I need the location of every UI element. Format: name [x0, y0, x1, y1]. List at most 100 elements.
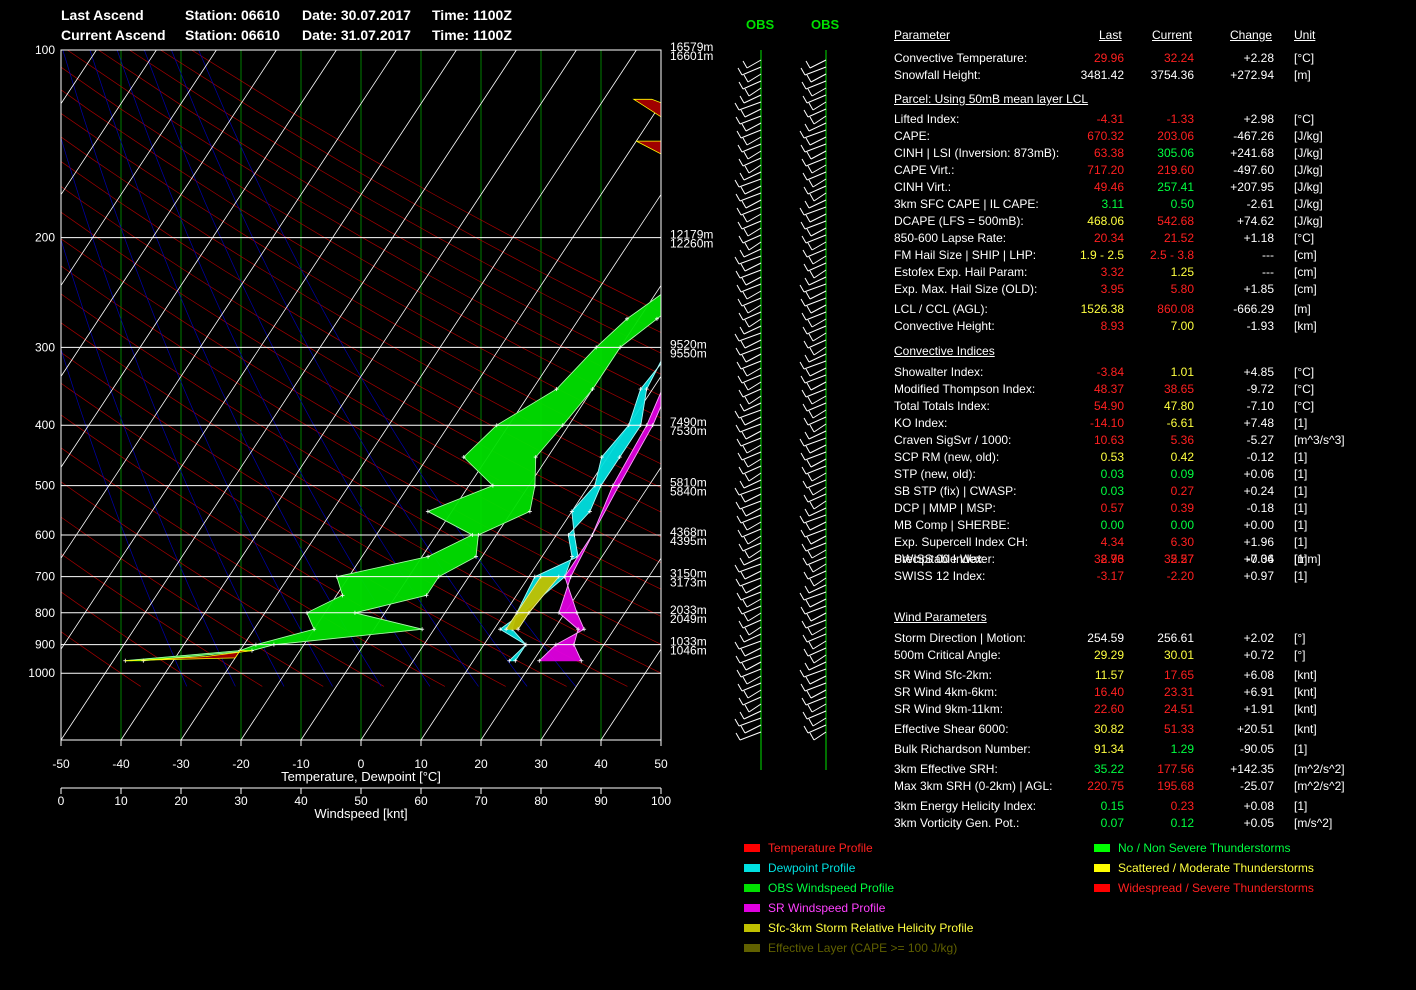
param-label: SR Wind 9km-11km:	[894, 702, 1004, 716]
table-row: 850-600 Lapse Rate: 20.34 21.52 +1.18 [°C]	[0, 230, 1416, 246]
current-value: 23.31	[1163, 685, 1194, 699]
last-value: 4.34	[1100, 535, 1124, 549]
change-value: +0.72	[1243, 648, 1274, 662]
table-row: Precipitable Water: 38.76 35.27 +7.04 [mm]	[0, 551, 1416, 567]
pressure-tick-label: 300	[35, 340, 55, 354]
unit-label: [m^3/s^3]	[1294, 433, 1345, 447]
table-row: 3km SFC CAPE | IL CAPE: 3.11 0.50 -2.61 [J/k…	[0, 196, 1416, 212]
change-value: +241.68	[1230, 146, 1274, 160]
unit-label: [J/kg]	[1294, 197, 1323, 211]
table-row: Storm Direction | Motion: 254.59 256.61 +2.…	[0, 630, 1416, 646]
col-header-change: Change	[1230, 28, 1273, 42]
unit-label: [knt]	[1294, 702, 1317, 716]
param-label: SCP RM (new, old):	[894, 450, 1000, 464]
unit-label: [m/s^2]	[1294, 816, 1333, 830]
change-value: +0.08	[1243, 799, 1274, 813]
wind-barb	[799, 591, 827, 601]
param-label: Snowfall Height:	[894, 68, 981, 82]
height-label-lower: 9550m	[670, 346, 707, 360]
table-row: Craven SigSvr / 1000: 10.63 5.36 -5.27 [m^3/…	[0, 432, 1416, 448]
param-label: Exp. Max. Hail Size (OLD):	[894, 282, 1038, 296]
convective-section-title: Convective Indices	[894, 344, 995, 358]
wind-barb	[741, 353, 762, 363]
unit-label: [J/kg]	[1294, 163, 1323, 177]
param-label: Showalter Index:	[894, 365, 984, 379]
change-value: +0.97	[1243, 569, 1274, 583]
table-row: Effective Shear 6000: 30.82 51.33 +20.51 [kn…	[0, 721, 1416, 737]
param-label: Estofex Exp. Hail Param:	[894, 265, 1028, 279]
unit-label: [1]	[1294, 799, 1308, 813]
last-value: -3.17	[1096, 569, 1124, 583]
last-value: 63.38	[1093, 146, 1124, 160]
current-value: 1.25	[1170, 265, 1194, 279]
current-value: 195.68	[1157, 779, 1194, 793]
col-header-current: Current	[1152, 28, 1193, 42]
unit-label: [1]	[1294, 518, 1308, 532]
change-value: +207.95	[1230, 180, 1274, 194]
legend-label: Widespread / Severe Thunderstorms	[1118, 881, 1314, 895]
param-label: 3km Energy Helicity Index:	[894, 799, 1037, 813]
last-value: 54.90	[1093, 399, 1124, 413]
table-row: Convective Temperature: 29.96 32.24 +2.28 [°…	[0, 50, 1416, 66]
table-row: 3km Vorticity Gen. Pot.: 0.07 0.12 +0.05 [m/…	[0, 815, 1416, 831]
table-row: Snowfall Height: 3481.42 3754.36 +272.94 [m]	[0, 67, 1416, 83]
col-header-unit: Unit	[1294, 28, 1316, 42]
param-label: Lifted Index:	[894, 112, 960, 126]
table-row: Showalter Index: -3.84 1.01 +4.85 [°C]	[0, 364, 1416, 380]
col-header-parameter: Parameter	[894, 28, 951, 42]
table-row: Lifted Index: -4.31 -1.33 +2.98 [°C]	[0, 111, 1416, 127]
table-row: 3km Energy Helicity Index: 0.15 0.23 +0.08 […	[0, 798, 1416, 814]
current-value: 17.65	[1163, 668, 1194, 682]
last-value: 3.95	[1100, 282, 1124, 296]
last-value: 717.20	[1087, 163, 1124, 177]
current-value: 1.29	[1170, 742, 1194, 756]
change-value: -666.29	[1233, 302, 1274, 316]
unit-label: [knt]	[1294, 685, 1317, 699]
last-value: 22.60	[1093, 702, 1124, 716]
last-value: 220.75	[1087, 779, 1124, 793]
change-value: -1.93	[1246, 319, 1274, 333]
table-row: KO Index: -14.10 -6.61 +7.48 [1]	[0, 415, 1416, 431]
last-value: 3.32	[1100, 265, 1124, 279]
last-value: 49.46	[1093, 180, 1124, 194]
current-value: 0.39	[1170, 501, 1194, 515]
current-value: 0.27	[1170, 484, 1194, 498]
table-row: SR Wind Sfc-2km: 11.57 17.65 +6.08 [knt]	[0, 667, 1416, 683]
wind-barb	[743, 612, 762, 622]
unit-label: [°C]	[1294, 365, 1315, 379]
last-value: 35.22	[1093, 762, 1124, 776]
param-label: Max 3km SRH (0-2km) | AGL:	[894, 779, 1053, 793]
table-row: CAPE Virt.: 717.20 219.60 -497.60 [J/kg]	[0, 162, 1416, 178]
legend-label: No / Non Severe Thunderstorms	[1118, 841, 1291, 855]
wind-barb	[805, 598, 827, 608]
unit-label: [1]	[1294, 484, 1308, 498]
change-value: -25.07	[1239, 779, 1274, 793]
unit-label: [km]	[1294, 319, 1317, 333]
last-value: 0.03	[1100, 467, 1124, 481]
current-value: 0.00	[1170, 518, 1194, 532]
unit-label: [m]	[1294, 68, 1311, 82]
change-value: +7.04	[1243, 552, 1274, 566]
last-value: 29.29	[1093, 648, 1124, 662]
last-value: 0.07	[1100, 816, 1124, 830]
last-value: 468.06	[1087, 214, 1124, 228]
param-label: SB STP (fix) | CWASP:	[894, 484, 1017, 498]
wind-barb	[808, 332, 827, 342]
wind-barb	[801, 619, 827, 629]
change-value: +74.62	[1236, 214, 1274, 228]
last-value: 0.00	[1100, 518, 1124, 532]
param-label: KO Index:	[894, 416, 948, 430]
wind-barb	[734, 101, 762, 111]
current-value: 0.09	[1170, 467, 1194, 481]
unit-label: [°C]	[1294, 382, 1315, 396]
wind-barb	[809, 346, 827, 356]
current-value: 203.06	[1157, 129, 1194, 143]
current-value: 2.5 - 3.8	[1149, 248, 1194, 262]
parcel-section-title: Parcel: Using 50mB mean layer LCL	[894, 92, 1089, 106]
last-value: 20.34	[1093, 231, 1124, 245]
last-value: 3.11	[1101, 197, 1124, 211]
wind-barb	[739, 94, 762, 104]
unit-label: [°]	[1294, 648, 1306, 662]
wind-barb	[740, 339, 762, 349]
last-value: 16.40	[1093, 685, 1124, 699]
